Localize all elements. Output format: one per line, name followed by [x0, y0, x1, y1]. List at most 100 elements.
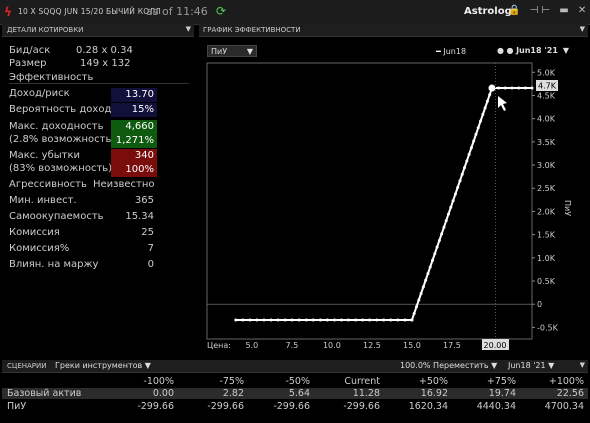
- cell-value: 1620.34: [408, 401, 448, 412]
- series-point: [276, 318, 280, 322]
- scenarios-panel: СЦЕНАРИИ Греки инструментов ▼ 100.0% Пер…: [2, 360, 588, 423]
- series-point: [426, 272, 430, 276]
- series-point: [304, 318, 308, 322]
- y-tick-label: 3.0K: [537, 161, 556, 170]
- cell-value: -299.66: [137, 401, 174, 412]
- series-point: [481, 113, 485, 117]
- y-tick-labels: 5.0K 4.5K 4.0K 3.5K 3.0K 2.5K 2.0K 1.5K 1.0K 0.5K…: [537, 68, 559, 332]
- series-point: [483, 106, 487, 110]
- move-select[interactable]: 100.0% Переместить ▼: [400, 361, 497, 370]
- y-tick-label: 4.5K: [537, 91, 556, 100]
- series-point: [503, 86, 507, 90]
- column-header: Current: [344, 376, 380, 387]
- hover-point[interactable]: [488, 84, 496, 92]
- x-tick-label: 10.0: [323, 341, 341, 350]
- cell-value: -299.66: [343, 401, 380, 412]
- series-point: [497, 86, 501, 90]
- series-point: [437, 238, 441, 242]
- y-tick-label: 5.0K: [537, 68, 556, 77]
- cell-value: -299.66: [273, 401, 310, 412]
- series-point: [467, 152, 471, 156]
- y-tick-label: 0.5K: [537, 277, 556, 286]
- y-tick-label: 0: [537, 300, 542, 309]
- instrument-greeks-value: Греки инструментов: [55, 361, 143, 370]
- x-tick-label: 17.5: [443, 341, 461, 350]
- cell-value: 4700.34: [544, 401, 584, 412]
- series-point: [435, 245, 439, 249]
- series-point: [458, 179, 462, 183]
- y-tick-label: -0.5K: [537, 323, 559, 332]
- scenario-date-value: Jun18 '21: [508, 361, 546, 370]
- x-tick-labels: 5.0 7.5 10.0 12.5 15.0 17.5: [245, 341, 460, 350]
- series-point: [347, 318, 351, 322]
- series-point: [440, 232, 444, 236]
- x-tick-label: 7.5: [285, 341, 298, 350]
- y-axis-label: ПиУ: [563, 200, 572, 216]
- current-price-value: 20.00: [484, 341, 507, 350]
- y-tick-label: 2.5K: [537, 184, 556, 193]
- series-point: [451, 199, 455, 203]
- x-tick-label: 15.0: [403, 341, 421, 350]
- series-point: [485, 99, 489, 103]
- series-point: [290, 318, 294, 322]
- series-point: [311, 318, 315, 322]
- column-header: -50%: [285, 376, 310, 387]
- series-point: [476, 126, 480, 130]
- series-point: [234, 318, 238, 322]
- series-point: [424, 278, 428, 282]
- column-header: +75%: [486, 376, 516, 387]
- scenarios-column-headers: -100% -75% -50% Current +50% +75% +100%: [2, 376, 588, 387]
- series-point: [469, 146, 473, 150]
- series-point: [361, 318, 365, 322]
- panel-menu-caret-icon[interactable]: ▼: [580, 361, 585, 369]
- column-header: -100%: [143, 376, 174, 387]
- series-point: [419, 291, 423, 295]
- y-tick-label: 4.0K: [537, 115, 556, 124]
- column-header: +50%: [418, 376, 448, 387]
- series-point: [474, 132, 478, 136]
- series-point: [472, 139, 476, 143]
- series-point: [421, 285, 425, 289]
- series-point: [479, 119, 483, 123]
- series-point: [269, 318, 273, 322]
- scenario-date-select[interactable]: Jun18 '21 ▼: [508, 361, 554, 370]
- series-point: [297, 318, 301, 322]
- series-point: [248, 318, 252, 322]
- series-point: [530, 86, 534, 90]
- series-point: [318, 318, 322, 322]
- series-point: [463, 166, 467, 170]
- series-point: [339, 318, 343, 322]
- series-point: [410, 318, 414, 322]
- price-axis-label: Цена:: [207, 341, 231, 350]
- series-point: [510, 86, 514, 90]
- series-point: [412, 311, 416, 315]
- x-tick-label: 5.0: [245, 341, 258, 350]
- series-point: [241, 318, 245, 322]
- series-point: [417, 298, 421, 302]
- series-point: [403, 318, 407, 322]
- y-tick-label: 2.0K: [537, 207, 556, 216]
- series-point: [255, 318, 259, 322]
- series-point: [453, 192, 457, 196]
- column-header: +100%: [548, 376, 584, 387]
- instrument-greeks-select[interactable]: Греки инструментов ▼: [55, 361, 151, 370]
- series-point: [517, 86, 521, 90]
- series-point: [488, 93, 492, 97]
- cell-value: -299.66: [207, 401, 244, 412]
- series-point: [389, 318, 393, 322]
- scenarios-title: СЦЕНАРИИ: [7, 362, 47, 370]
- highlight-value: 4.7K: [538, 82, 557, 91]
- series-point: [415, 305, 419, 309]
- y-tick-label: 3.5K: [537, 138, 556, 147]
- row-label: ПиУ: [7, 401, 27, 412]
- cell-value: 22.56: [556, 388, 584, 399]
- scenarios-header: СЦЕНАРИИ Греки инструментов ▼ 100.0% Пер…: [2, 360, 588, 373]
- cell-value: 0.00: [152, 388, 174, 399]
- cell-value: 16.92: [420, 388, 448, 399]
- series-point: [447, 212, 451, 216]
- series-point: [325, 318, 329, 322]
- table-row: ПиУ -299.66 -299.66 -299.66 -299.66 1620…: [2, 401, 588, 412]
- plot-area: [206, 62, 533, 340]
- series-point: [456, 185, 460, 189]
- series-point: [523, 86, 527, 90]
